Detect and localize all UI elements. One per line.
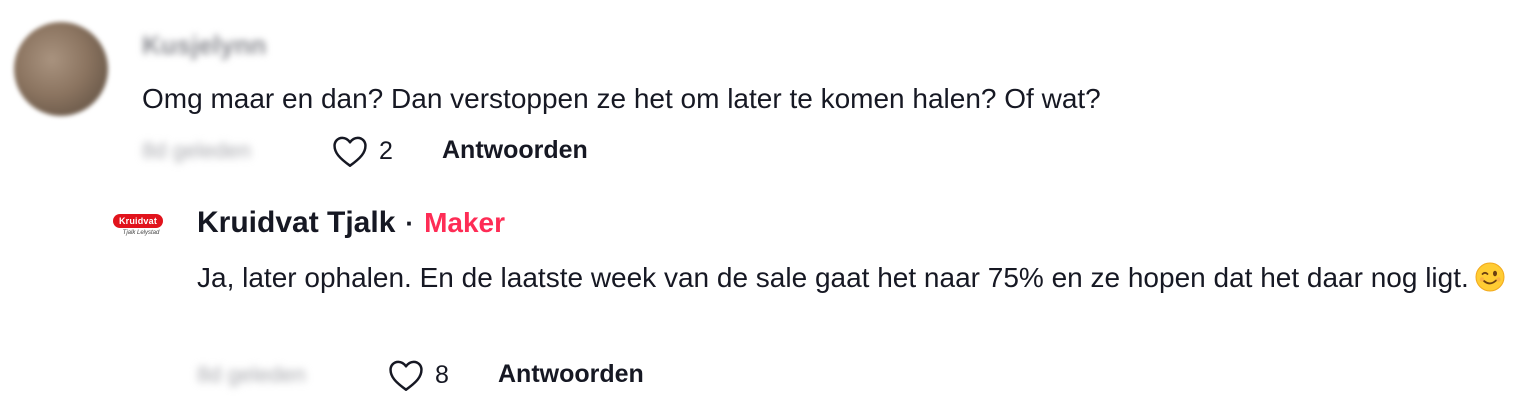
reply-author-name[interactable]: Kruidvat Tjalk — [197, 206, 395, 240]
reply-like-button[interactable]: 8 — [387, 358, 449, 392]
reply-timestamp: 8d geleden — [197, 362, 306, 387]
comments-section: Kusjelynn Omg maar en dan? Dan verstoppe… — [0, 0, 1540, 404]
like-button[interactable]: 2 — [331, 134, 393, 168]
reply-reply-button[interactable]: Antwoorden — [498, 360, 644, 389]
heart-icon — [389, 360, 423, 391]
reply-button[interactable]: Antwoorden — [442, 136, 588, 165]
maker-badge: Maker — [424, 207, 505, 238]
like-count: 2 — [379, 136, 393, 165]
comment-username[interactable]: Kusjelynn — [142, 30, 266, 61]
reply-text: Ja, later ophalen. En de laatste week va… — [197, 256, 1517, 300]
avatar[interactable] — [14, 22, 108, 116]
reply-like-count: 8 — [435, 360, 449, 389]
kruidvat-logo: Kruidvat — [113, 214, 163, 228]
creator-avatar[interactable]: Kruidvat Tjalk Lelystad — [113, 210, 167, 244]
separator-dot: · — [405, 207, 415, 238]
comment-timestamp: 8d geleden — [142, 138, 251, 163]
comment-text: Omg maar en dan? Dan verstoppen ze het o… — [142, 83, 1101, 114]
reply-text-content: Ja, later ophalen. En de laatste week va… — [197, 262, 1469, 293]
logo-subtext: Tjalk Lelystad — [122, 230, 160, 236]
heart-icon — [333, 136, 367, 167]
reply-author-row: Kruidvat Tjalk · Maker — [197, 206, 505, 240]
wink-emoji-icon — [1475, 262, 1505, 292]
